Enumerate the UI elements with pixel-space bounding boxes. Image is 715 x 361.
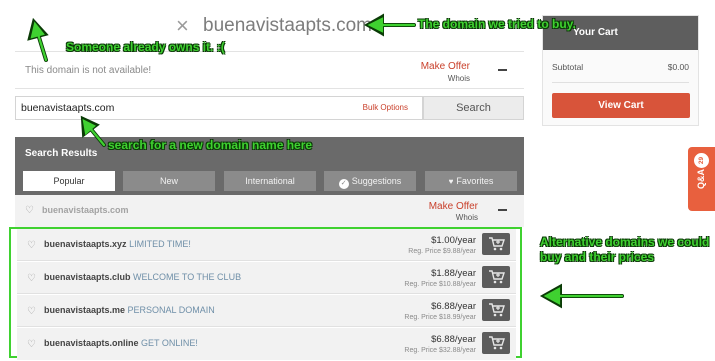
- annotation-arrows: [27, 13, 624, 309]
- page: × buenavistaapts.com This domain is not …: [0, 0, 715, 361]
- annotation-domain: The domain we tried to buy.: [418, 17, 576, 31]
- annotation-owned: Someone already owns it. :(: [66, 40, 225, 54]
- annotation-search: search for a new domain name here: [108, 138, 313, 152]
- annotation-alternatives: Alternative domains we could buy and the…: [540, 235, 710, 264]
